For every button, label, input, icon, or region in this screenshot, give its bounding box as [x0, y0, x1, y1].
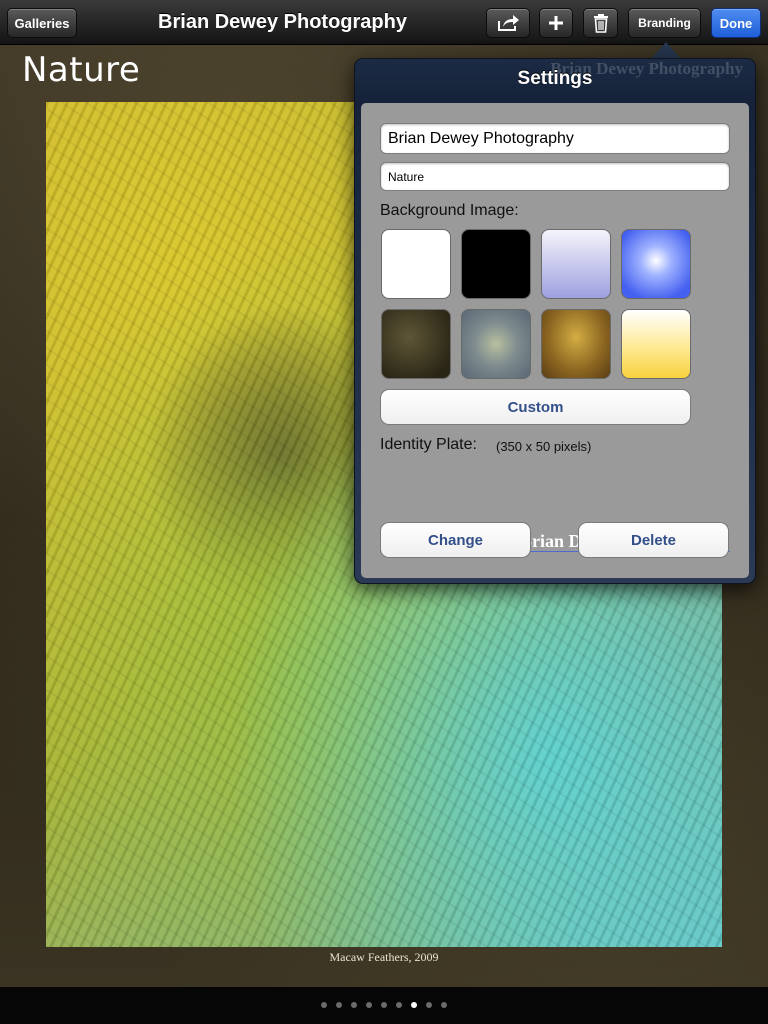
top-toolbar: Galleries Brian Dewey Photography Brandi…: [0, 0, 768, 45]
page-dot[interactable]: [321, 1002, 327, 1008]
page-dot[interactable]: [336, 1002, 342, 1008]
page-title: Brian Dewey Photography: [158, 11, 407, 33]
delete-button[interactable]: [583, 8, 618, 38]
page-dot[interactable]: [381, 1002, 387, 1008]
page-dot[interactable]: [366, 1002, 372, 1008]
share-icon: [498, 15, 519, 31]
page-dot[interactable]: [426, 1002, 432, 1008]
site-title-field[interactable]: Brian Dewey Photography: [380, 123, 730, 154]
trash-icon: [593, 14, 608, 33]
delete-identity-plate-button[interactable]: Delete: [578, 522, 729, 558]
swatch-blue-radial[interactable]: [621, 229, 691, 299]
photo-caption: Macaw Feathers, 2009: [329, 950, 439, 964]
custom-background-button[interactable]: Custom: [380, 389, 691, 425]
identity-plate-size: (350 x 50 pixels): [496, 439, 592, 454]
swatch-black[interactable]: [461, 229, 531, 299]
background-image-label: Background Image:: [380, 202, 519, 219]
gallery-title: Nature: [22, 50, 141, 90]
gallery-name-field[interactable]: Nature: [380, 162, 730, 191]
done-button[interactable]: Done: [711, 8, 761, 38]
branding-button[interactable]: Branding: [628, 8, 701, 38]
swatch-amber-texture[interactable]: [541, 309, 611, 379]
settings-panel: Brian Dewey Photography Nature Backgroun…: [361, 103, 749, 578]
page-dot[interactable]: [441, 1002, 447, 1008]
page-dot[interactable]: [396, 1002, 402, 1008]
page-indicator[interactable]: [0, 1002, 768, 1010]
page-dot[interactable]: [351, 1002, 357, 1008]
plus-icon: [549, 16, 563, 30]
swatch-lavender-gradient[interactable]: [541, 229, 611, 299]
popover-arrow: [651, 42, 681, 59]
swatch-white[interactable]: [381, 229, 451, 299]
swatch-dark-texture[interactable]: [381, 309, 451, 379]
share-button[interactable]: [486, 8, 530, 38]
galleries-button[interactable]: Galleries: [7, 8, 77, 38]
popover-title: Settings: [517, 68, 593, 89]
settings-popover: Brian Dewey Photography Settings Brian D…: [354, 58, 756, 584]
page-dot[interactable]: [411, 1002, 417, 1008]
change-identity-plate-button[interactable]: Change: [380, 522, 531, 558]
add-button[interactable]: [539, 8, 573, 38]
swatch-blue-gray-texture[interactable]: [461, 309, 531, 379]
identity-plate-label: Identity Plate:: [380, 436, 477, 453]
swatch-yellow-gradient[interactable]: [621, 309, 691, 379]
